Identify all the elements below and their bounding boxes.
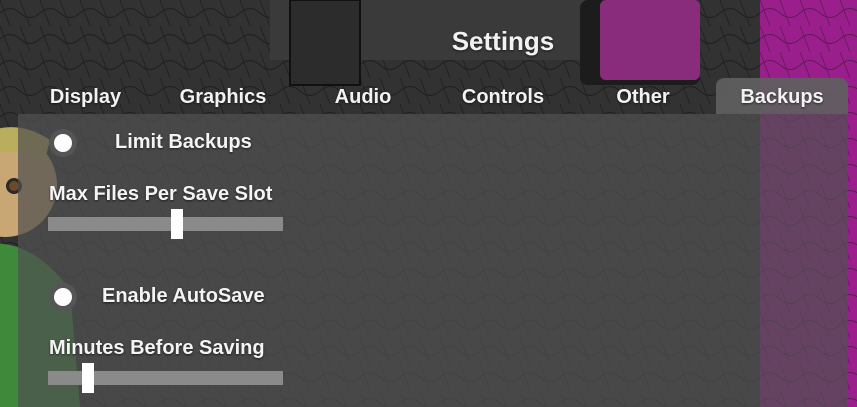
slider-handle[interactable] (171, 209, 184, 239)
tab-controls[interactable]: Controls (433, 78, 573, 114)
max-files-label: Max Files Per Save Slot (49, 183, 273, 205)
backups-settings-panel (18, 114, 848, 407)
tab-audio[interactable]: Audio (293, 78, 433, 114)
minutes-before-saving-label: Minutes Before Saving (49, 337, 265, 359)
tab-display[interactable]: Display (18, 78, 153, 114)
minutes-before-saving-slider[interactable] (48, 363, 283, 393)
max-files-slider[interactable] (48, 209, 283, 239)
settings-title: Settings (451, 26, 555, 56)
toggle-knob (54, 288, 72, 306)
enable-autosave-label: Enable AutoSave (102, 285, 265, 307)
limit-backups-toggle[interactable] (49, 129, 77, 157)
toggle-knob (54, 134, 72, 152)
tab-other[interactable]: Other (573, 78, 713, 114)
tab-backups[interactable]: Backups (716, 78, 848, 114)
tab-graphics[interactable]: Graphics (153, 78, 293, 114)
slider-track (48, 217, 283, 231)
settings-tab-bar: Display Graphics Audio Controls Other Ba… (18, 78, 848, 114)
enable-autosave-toggle[interactable] (49, 283, 77, 311)
slider-handle[interactable] (81, 363, 94, 393)
limit-backups-label: Limit Backups (115, 131, 252, 153)
